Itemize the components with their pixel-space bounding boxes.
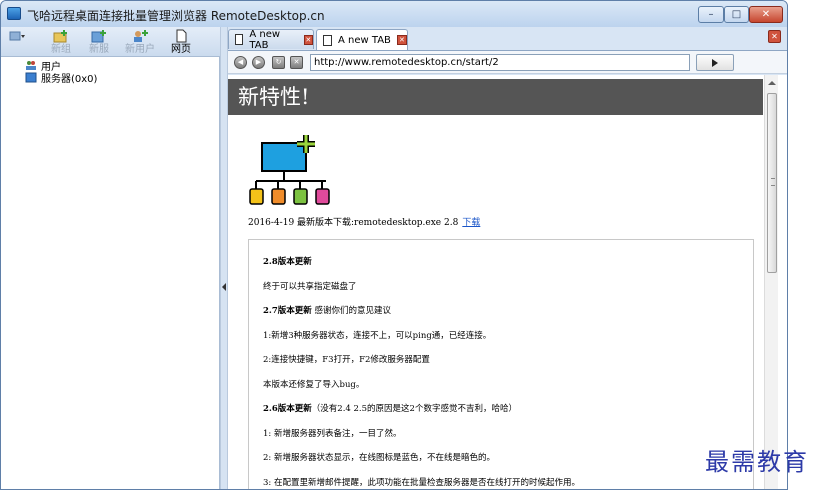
server-plus-icon	[91, 30, 106, 43]
note-line: 本版本还修复了导入bug。	[263, 379, 365, 390]
toolbar-dropdown[interactable]	[9, 29, 25, 55]
pane-splitter[interactable]	[220, 27, 228, 489]
server-icon	[25, 72, 37, 82]
webpage-label: 网页	[171, 44, 191, 55]
folder-plus-icon	[53, 30, 67, 43]
release-notes: 2.8版本更新 终于可以共享指定磁盘了 2.7版本更新 感谢你们的意见建议 1:…	[248, 239, 754, 489]
new-group-button[interactable]: 新组	[51, 29, 71, 55]
note-line: 终于可以共享指定磁盘了	[263, 281, 357, 292]
webpage-button[interactable]: 网页	[171, 29, 191, 55]
server-tree-pane: 新组 新服 新用户 网页 用户 服务器(0x0)	[1, 27, 220, 489]
page-banner: 新特性!	[228, 79, 763, 115]
stop-button[interactable]: ✕	[290, 56, 303, 69]
release-info: 2016-4-19 最新版本下载:remotedesktop.exe 2.8 下载	[248, 215, 480, 228]
tab-2-label: A new TAB	[338, 34, 391, 46]
vertical-scrollbar[interactable]	[764, 75, 778, 489]
scroll-up-icon[interactable]	[768, 81, 776, 85]
note-line: 2.8版本更新	[263, 257, 312, 267]
tree-item-servers-label: 服务器(0x0)	[41, 73, 98, 85]
close-button[interactable]: ✕	[749, 6, 783, 23]
download-link[interactable]: 下载	[462, 218, 480, 228]
tab-close-icon[interactable]: ✕	[303, 34, 313, 45]
watermark-text: 最需教育	[705, 448, 809, 476]
note-line: 2.7版本更新 感谢你们的意见建议	[263, 306, 391, 316]
forward-button[interactable]: ▶	[252, 56, 265, 69]
tab-1[interactable]: A new TAB ✕	[228, 28, 314, 51]
go-button[interactable]	[696, 54, 734, 71]
navigation-bar: ◀ ▶ ↻ ✕ http://www.remotedesktop.cn/star…	[228, 50, 787, 74]
new-user-label: 新用户	[125, 44, 155, 55]
page-icon	[323, 34, 332, 46]
stack-dropdown-icon	[9, 31, 25, 41]
note-line: 2:连接快捷键，F3打开，F2修改服务器配置	[263, 355, 430, 365]
new-server-label: 新服	[89, 44, 109, 55]
app-icon	[7, 7, 21, 20]
new-user-button[interactable]: 新用户	[125, 29, 155, 55]
user-plus-icon	[134, 30, 148, 42]
tab-2[interactable]: A new TAB ✕	[316, 29, 408, 50]
tab-1-label: A new TAB	[249, 28, 281, 51]
scroll-thumb[interactable]	[767, 93, 777, 273]
web-viewport: 新特性! 2016-4-19 最新版本下载:remotedesktop.exe …	[228, 75, 787, 489]
note-line: 2.6版本更新（没有2.4 2.5的原因是这2个数字感觉不吉利，哈哈）	[263, 404, 517, 414]
close-tab-pane-icon[interactable]: ✕	[768, 30, 781, 43]
tab-close-icon[interactable]: ✕	[396, 35, 407, 45]
page-icon	[176, 29, 187, 43]
left-toolbar: 新组 新服 新用户 网页	[1, 27, 220, 57]
note-line: 1:新增3种服务器状态，连接不上，可以ping通，已经连接。	[263, 330, 492, 341]
maximize-button[interactable]: □	[724, 6, 749, 23]
address-input[interactable]: http://www.remotedesktop.cn/start/2	[310, 54, 690, 71]
browser-pane: A new TAB ✕ A new TAB ✕ ✕ ◀ ▶ ↻ ✕ http:/…	[228, 27, 787, 489]
note-line: 1: 新增服务器列表备注，一目了然。	[263, 428, 402, 439]
release-date-text: 2016-4-19 最新版本下载:remotedesktop.exe 2.8	[248, 218, 459, 228]
grip-icon	[771, 178, 775, 186]
network-logo-icon	[249, 135, 330, 205]
minimize-button[interactable]: –	[698, 6, 724, 23]
tree-item-servers[interactable]: 服务器(0x0)	[25, 71, 98, 85]
users-icon	[26, 60, 36, 70]
collapse-arrow-icon[interactable]	[222, 283, 226, 291]
note-line: 3: 在配置里新增邮件提醒，此项功能在批量检查服务器是否在线打开的时候起作用。	[263, 477, 580, 488]
title-bar[interactable]: 飞哈远程桌面连接批量管理浏览器 RemoteDesktop.cn – □ ✕	[1, 1, 787, 27]
window-title: 飞哈远程桌面连接批量管理浏览器 RemoteDesktop.cn	[27, 9, 325, 23]
new-server-button[interactable]: 新服	[89, 29, 109, 55]
refresh-button[interactable]: ↻	[272, 56, 285, 69]
server-tree: 用户 服务器(0x0)	[25, 59, 98, 85]
new-group-label: 新组	[51, 44, 71, 55]
note-line: 2: 新增服务器状态显示，在线图标是蓝色，不在线是暗色的。	[263, 453, 495, 463]
go-arrow-icon	[712, 58, 718, 67]
app-window: 飞哈远程桌面连接批量管理浏览器 RemoteDesktop.cn – □ ✕ 新…	[0, 0, 788, 490]
back-button[interactable]: ◀	[234, 56, 247, 69]
page-icon	[235, 34, 244, 45]
